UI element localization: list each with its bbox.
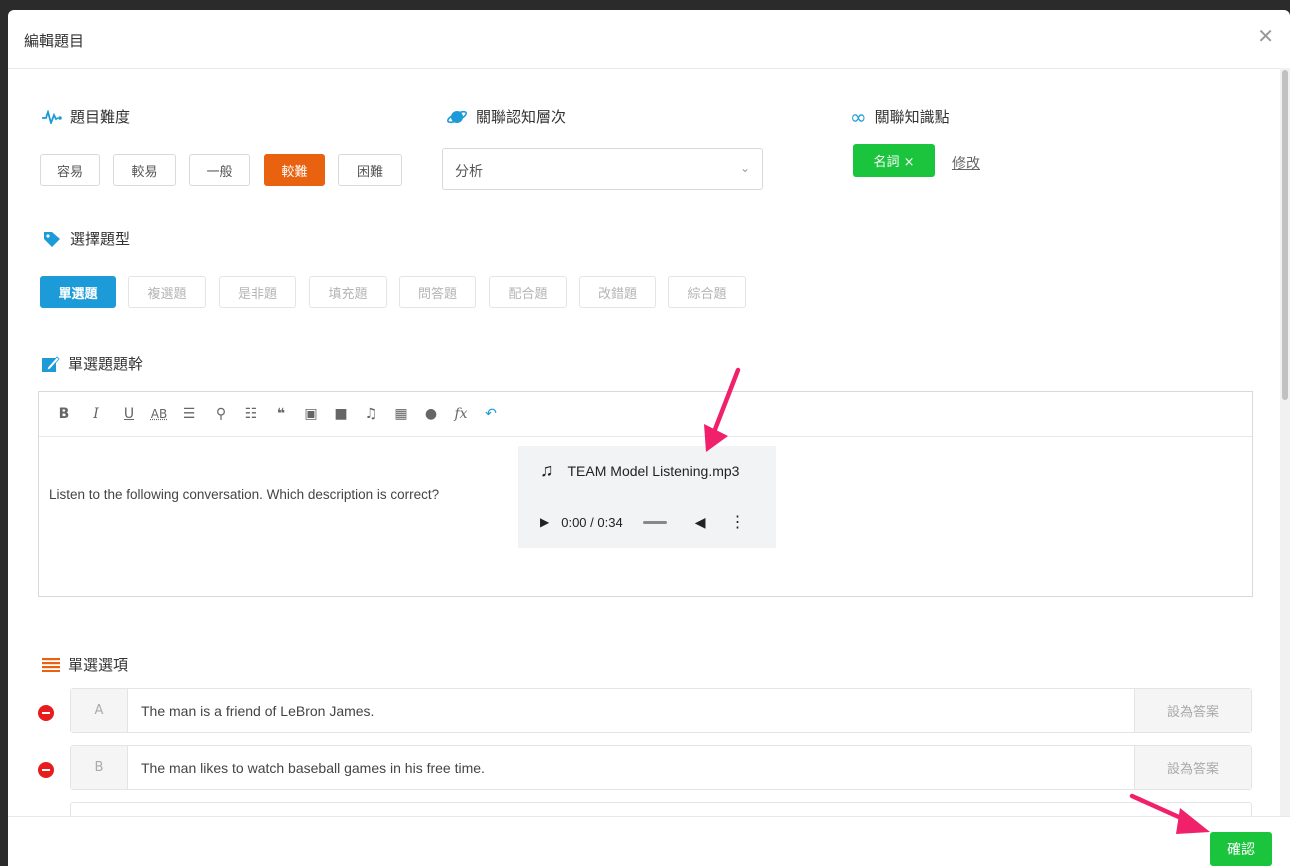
modal-header: 編輯題目 ✕	[8, 10, 1290, 69]
qtype-short-answer[interactable]: 問答題	[399, 276, 476, 308]
knowledge-label: 關聯知識點	[874, 108, 950, 126]
audio-filename-row: ♫ TEAM Model Listening.mp3	[540, 460, 739, 481]
palette-icon[interactable]: ●	[421, 404, 441, 424]
editor-toolbar: B I U AB ☰ ⚲ ☷ ❝ ▣ ■ ♫ ▦ ● fx ↶	[39, 392, 1252, 437]
music-note-icon: ♫	[540, 460, 554, 480]
option-row-a: A The man is a friend of LeBron James. 設…	[70, 688, 1252, 733]
chevron-down-icon: ⌄	[739, 161, 750, 175]
tag-icon	[42, 230, 62, 248]
edit-icon	[42, 355, 60, 372]
option-text[interactable]: The man likes to watch baseball games in…	[141, 760, 485, 776]
quote-icon[interactable]: ❝	[271, 404, 291, 424]
difficulty-label: 題目難度	[70, 108, 131, 126]
table-icon[interactable]: ▦	[391, 404, 411, 424]
modal-footer: 確認	[8, 816, 1290, 866]
audio-filename: TEAM Model Listening.mp3	[567, 462, 740, 479]
volume-icon[interactable]: ◀	[695, 514, 706, 531]
cognitive-section-label: 關聯認知層次	[446, 106, 566, 127]
qtype-matching[interactable]: 配合題	[489, 276, 567, 308]
knowledge-tag[interactable]: 名詞 ×	[853, 144, 935, 177]
qtype-composite[interactable]: 綜合題	[668, 276, 746, 308]
annotation-arrow-confirm	[1129, 793, 1210, 834]
qtype-error-correction[interactable]: 改錯題	[579, 276, 656, 308]
qtype-fill-blank[interactable]: 填充題	[309, 276, 387, 308]
link-icon[interactable]: ⚲	[211, 404, 231, 424]
audio-icon[interactable]: ♫	[361, 404, 381, 424]
stem-label: 單選題題幹	[68, 355, 144, 373]
video-icon[interactable]: ■	[331, 404, 351, 424]
modify-link[interactable]: 修改	[952, 153, 980, 173]
qtype-label: 選擇題型	[70, 230, 131, 248]
option-letter: A	[71, 689, 128, 732]
audio-player[interactable]: ♫ TEAM Model Listening.mp3 ▶ 0:00 / 0:34…	[518, 446, 776, 548]
lines-icon	[42, 657, 60, 672]
choices-section-label: 單選選項	[42, 654, 128, 675]
cognitive-label: 關聯認知層次	[476, 108, 567, 126]
difficulty-option-hard[interactable]: 困難	[338, 154, 402, 186]
audio-progress-bar[interactable]	[642, 520, 667, 524]
qtype-section-label: 選擇題型	[42, 228, 130, 249]
scrollbar-thumb[interactable]	[1282, 70, 1288, 400]
edit-question-modal: 編輯題目 ✕ 題目難度 容易 較易 一般 較難 困難 關聯認知層次 分析 ⌄ ∞…	[8, 10, 1290, 866]
choices-label: 單選選項	[68, 656, 129, 674]
cognitive-level-value: 分析	[455, 164, 483, 180]
indent-icon[interactable]: ☰	[179, 404, 199, 424]
cognitive-level-select[interactable]: 分析 ⌄	[442, 148, 763, 190]
difficulty-option-normal[interactable]: 一般	[189, 154, 250, 186]
underline-icon[interactable]: U	[119, 404, 139, 424]
qtype-multiple-choice[interactable]: 複選題	[128, 276, 206, 308]
option-text[interactable]: The man is a friend of LeBron James.	[141, 703, 374, 719]
more-options-icon[interactable]: ⋮	[729, 512, 745, 532]
audio-controls: ▶ 0:00 / 0:34 ◀ ⋮	[540, 512, 745, 532]
set-answer-button[interactable]: 設為答案	[1134, 746, 1251, 789]
qtype-single-choice[interactable]: 單選題	[40, 276, 116, 308]
italic-icon[interactable]: I	[86, 404, 106, 424]
modal-title: 編輯題目	[24, 32, 85, 50]
option-letter: B	[71, 746, 128, 789]
qtype-true-false[interactable]: 是非題	[219, 276, 296, 308]
knowledge-section-label: ∞ 關聯知識點	[850, 106, 950, 127]
difficulty-option-fairly-hard[interactable]: 較難	[264, 154, 325, 186]
list-icon[interactable]: ☷	[241, 404, 261, 424]
stem-text: Listen to the following conversation. Wh…	[49, 487, 440, 502]
background-strip	[0, 0, 1290, 10]
confirm-button[interactable]: 確認	[1210, 832, 1272, 866]
pulse-icon	[42, 109, 62, 124]
set-answer-button[interactable]: 設為答案	[1134, 689, 1251, 732]
undo-icon[interactable]: ↶	[481, 404, 501, 424]
audio-time: 0:00 / 0:34	[561, 514, 623, 530]
strikethrough-icon[interactable]: AB	[149, 404, 169, 424]
option-row-b: B The man likes to watch baseball games …	[70, 745, 1252, 790]
close-icon[interactable]: ✕	[1257, 26, 1274, 46]
annotation-arrow-audio	[704, 367, 741, 452]
play-icon[interactable]: ▶	[540, 515, 549, 529]
formula-icon[interactable]: fx	[451, 404, 471, 424]
bold-icon[interactable]: B	[54, 404, 74, 424]
difficulty-section-label: 題目難度	[42, 106, 130, 127]
stem-section-label: 單選題題幹	[42, 353, 143, 374]
remove-option-b-icon[interactable]	[38, 762, 54, 778]
remove-option-a-icon[interactable]	[38, 705, 54, 721]
infinity-icon: ∞	[850, 104, 867, 129]
difficulty-option-easy[interactable]: 容易	[40, 154, 100, 186]
image-icon[interactable]: ▣	[301, 404, 321, 424]
difficulty-option-fairly-easy[interactable]: 較易	[113, 154, 176, 186]
planet-icon	[446, 108, 468, 126]
